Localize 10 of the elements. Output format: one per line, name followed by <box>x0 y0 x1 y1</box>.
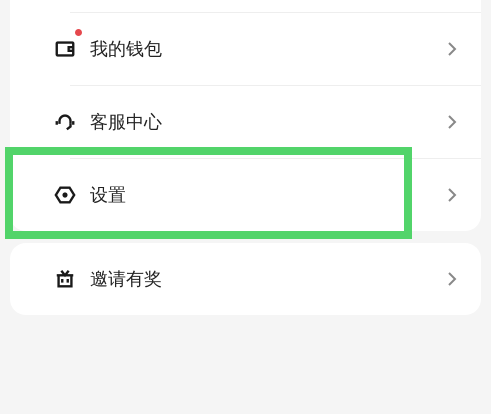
chevron-icon <box>447 271 457 287</box>
chevron-icon <box>447 187 457 203</box>
chevron-icon <box>447 41 457 57</box>
menu-label[interactable]: 我的钱包 <box>90 36 162 62</box>
menu-label[interactable]: 邀请有奖 <box>90 266 162 292</box>
chevron-icon <box>447 114 457 130</box>
menu-label[interactable]: 设置 <box>90 182 126 208</box>
settings-icon <box>54 184 76 206</box>
gift-icon <box>54 268 76 290</box>
menu-label[interactable]: 客服中心 <box>90 108 162 136</box>
